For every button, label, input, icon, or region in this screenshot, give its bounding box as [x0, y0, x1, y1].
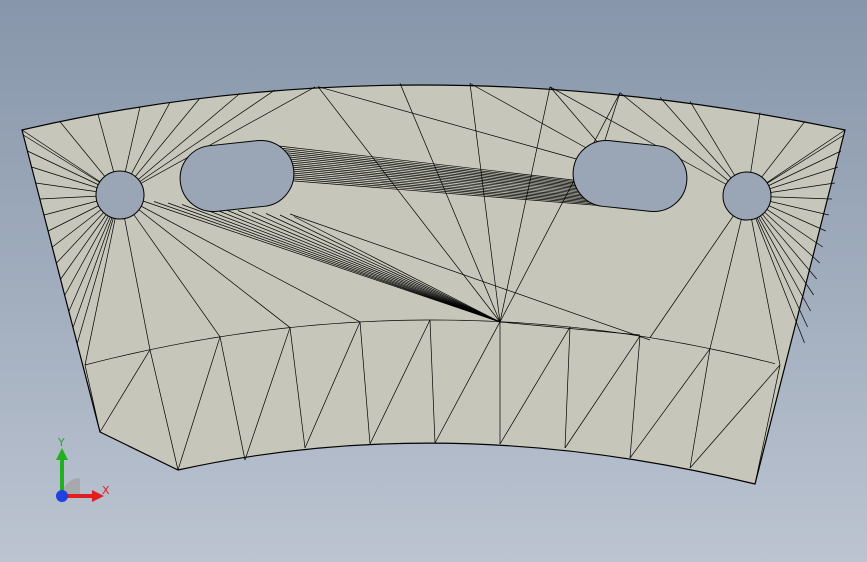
graphics-viewport[interactable]: Y X	[0, 0, 867, 562]
round-hole-left	[95, 170, 145, 220]
part-face	[21, 84, 846, 485]
coordinate-triad: Y X	[56, 436, 110, 502]
part-model[interactable]	[0, 0, 867, 562]
y-axis-label: Y	[57, 436, 65, 449]
x-axis-label: X	[102, 484, 110, 497]
round-hole-right	[722, 171, 772, 221]
z-axis-icon	[56, 490, 68, 502]
